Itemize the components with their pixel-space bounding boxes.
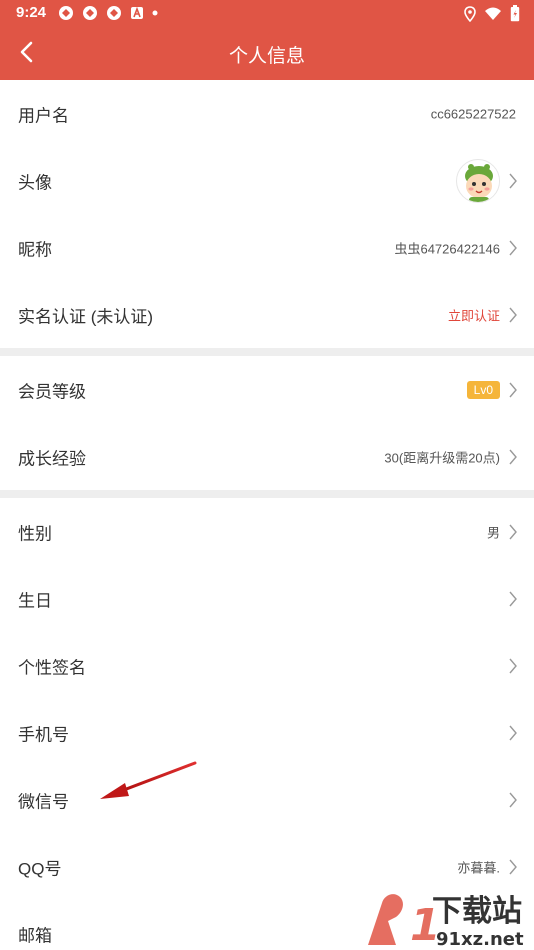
watermark-text-bottom: 91xz.net [436, 929, 524, 950]
nickname-value: 虫虫64726422146 [394, 241, 500, 256]
notification-icons [58, 5, 158, 21]
row-realname[interactable]: 实名认证 (未认证) 立即认证 [0, 281, 534, 348]
chevron-right-icon [509, 382, 517, 397]
chevron-right-icon [509, 524, 517, 539]
row-label: 个性签名 [18, 658, 86, 677]
chevron-right-icon [509, 449, 517, 464]
row-label: 实名认证 (未认证) [18, 307, 154, 326]
gender-value: 男 [486, 525, 500, 540]
level-badge: Lv0 [466, 380, 500, 399]
row-gender[interactable]: 性别 男 [0, 498, 534, 565]
row-label: 生日 [18, 591, 52, 610]
section-divider [0, 348, 534, 356]
row-label: 成长经验 [18, 449, 86, 468]
row-label: 昵称 [18, 240, 52, 259]
verify-now-link[interactable]: 立即认证 [448, 305, 500, 324]
annotation-arrow-icon [100, 761, 197, 799]
username-value: cc6625227522 [430, 106, 516, 121]
chevron-right-icon [509, 725, 517, 740]
system-icons [464, 5, 520, 27]
profile-list: 用户名 cc6625227522 头像 昵称 虫虫64726422146 实名认… [0, 80, 534, 950]
app-header: 9:24 个人信息 [0, 0, 534, 80]
row-username: 用户名 cc6625227522 [0, 80, 534, 147]
chevron-right-icon [509, 173, 517, 188]
site-watermark: 1 下载站 91xz.net [360, 885, 534, 950]
row-avatar[interactable]: 头像 [0, 147, 534, 214]
chevron-right-icon [509, 859, 517, 874]
growth-value: 30(距离升级需20点) [384, 450, 500, 465]
status-bar: 9:24 [0, 0, 534, 26]
row-label: 会员等级 [18, 382, 86, 401]
row-label: 微信号 [18, 792, 69, 811]
row-label: 用户名 [18, 106, 69, 125]
font-app-icon [130, 6, 144, 20]
chevron-right-icon [509, 658, 517, 673]
page-title: 个人信息 [228, 46, 305, 67]
row-label: QQ号 [18, 859, 62, 878]
qq-value: 亦暮暮. [457, 860, 500, 875]
location-icon [464, 5, 476, 27]
status-time: 9:24 [16, 4, 47, 21]
row-signature[interactable]: 个性签名 [0, 632, 534, 699]
chevron-right-icon [509, 307, 517, 322]
app-notification-icon [58, 5, 74, 21]
navigation-bar: 个人信息 [0, 26, 534, 80]
watermark-logo-icon: 1 下载站 91xz.net [368, 894, 524, 950]
row-label: 性别 [18, 524, 52, 543]
chevron-right-icon [509, 591, 517, 606]
dot-icon [152, 10, 158, 16]
row-wechat[interactable]: 微信号 [0, 766, 534, 833]
app-notification-icon [82, 5, 98, 21]
chevron-right-icon [509, 240, 517, 255]
row-label: 邮箱 [18, 926, 52, 945]
app-notification-icon [106, 5, 122, 21]
row-label: 头像 [18, 173, 52, 192]
battery-icon [510, 5, 520, 27]
row-member-level[interactable]: 会员等级 Lv0 [0, 356, 534, 423]
section-divider [0, 490, 534, 498]
row-label: 手机号 [18, 725, 69, 744]
row-growth[interactable]: 成长经验 30(距离升级需20点) [0, 423, 534, 490]
cartoon-avatar-icon [458, 160, 499, 202]
watermark-text-top: 下载站 [432, 894, 522, 929]
wifi-icon [484, 7, 502, 26]
chevron-right-icon [509, 792, 517, 807]
row-nickname[interactable]: 昵称 虫虫64726422146 [0, 214, 534, 281]
avatar[interactable] [456, 158, 500, 203]
row-birthday[interactable]: 生日 [0, 565, 534, 632]
row-phone[interactable]: 手机号 [0, 699, 534, 766]
